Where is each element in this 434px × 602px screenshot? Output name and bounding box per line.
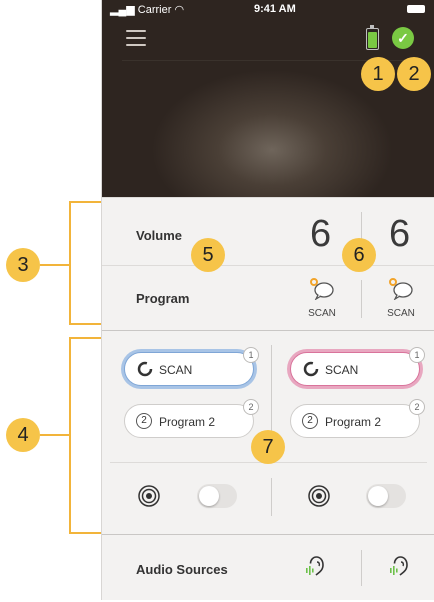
volume-label: Volume <box>136 228 182 243</box>
ear-audio-icon[interactable] <box>388 553 416 581</box>
callout-1: 1 <box>361 57 395 91</box>
audio-sources-label: Audio Sources <box>136 562 228 577</box>
right-program2-label: Program 2 <box>325 415 382 429</box>
carrier-text: Carrier <box>137 4 172 16</box>
callout-2: 2 <box>397 57 431 91</box>
program-right-scan: SCAN <box>387 308 415 319</box>
left-scan-label: SCAN <box>159 363 193 377</box>
divider <box>361 280 362 318</box>
check-icon[interactable]: ✓ <box>392 27 414 49</box>
scan-ring-icon <box>137 361 153 377</box>
app-screen: ▂▄▆ Carrier ◠ 9:41 AM ✓ Volume 6 6 Progr… <box>101 0 434 600</box>
divider <box>102 197 434 198</box>
volume-right-value[interactable]: 6 <box>389 213 410 256</box>
program-number-icon: 2 <box>302 413 318 429</box>
callout-4: 4 <box>6 418 40 452</box>
bracket-3 <box>69 201 101 325</box>
divider <box>271 478 272 516</box>
left-program2-button[interactable]: 2 Program 2 2 <box>124 399 259 438</box>
callout-5: 5 <box>191 238 225 272</box>
right-program2-button[interactable]: 2 Program 2 2 <box>290 399 425 438</box>
left-scan-button[interactable]: SCAN 1 <box>124 347 259 386</box>
program-label: Program <box>136 291 190 306</box>
right-scan-badge: 1 <box>409 347 425 363</box>
left-telecoil-toggle[interactable] <box>197 484 237 508</box>
scan-bubble-icon[interactable] <box>309 278 335 300</box>
bracket-4-tick <box>40 434 69 436</box>
clock: 9:41 AM <box>254 3 296 15</box>
menu-icon[interactable] <box>126 30 146 46</box>
right-telecoil-toggle[interactable] <box>366 484 406 508</box>
left-scan-badge: 1 <box>243 347 259 363</box>
right-scan-label: SCAN <box>325 363 359 377</box>
carrier-label: ▂▄▆ Carrier ◠ <box>110 4 185 16</box>
callout-6: 6 <box>342 238 376 272</box>
divider <box>102 330 434 331</box>
scan-bubble-icon[interactable] <box>388 278 414 300</box>
divider <box>102 534 434 535</box>
callout-7: 7 <box>251 430 285 464</box>
bracket-3-tick <box>40 264 69 266</box>
hero-header: ▂▄▆ Carrier ◠ 9:41 AM ✓ <box>102 0 434 197</box>
callout-3: 3 <box>6 248 40 282</box>
status-bar: ▂▄▆ Carrier ◠ 9:41 AM <box>102 0 434 18</box>
bracket-4 <box>69 337 101 534</box>
scan-ring-icon <box>303 361 319 377</box>
device-battery-icon <box>407 5 425 13</box>
telecoil-icon <box>138 485 160 507</box>
telecoil-icon <box>308 485 330 507</box>
right-scan-button[interactable]: SCAN 1 <box>290 347 425 386</box>
divider <box>361 550 362 586</box>
battery-icon[interactable] <box>366 25 379 50</box>
volume-left-value[interactable]: 6 <box>310 213 331 256</box>
left-program2-label: Program 2 <box>159 415 216 429</box>
ear-audio-icon[interactable] <box>304 553 332 581</box>
program-left-scan: SCAN <box>308 308 336 319</box>
divider <box>102 265 434 266</box>
right-program2-badge: 2 <box>409 399 425 415</box>
left-program2-badge: 2 <box>243 399 259 415</box>
program-number-icon: 2 <box>136 413 152 429</box>
